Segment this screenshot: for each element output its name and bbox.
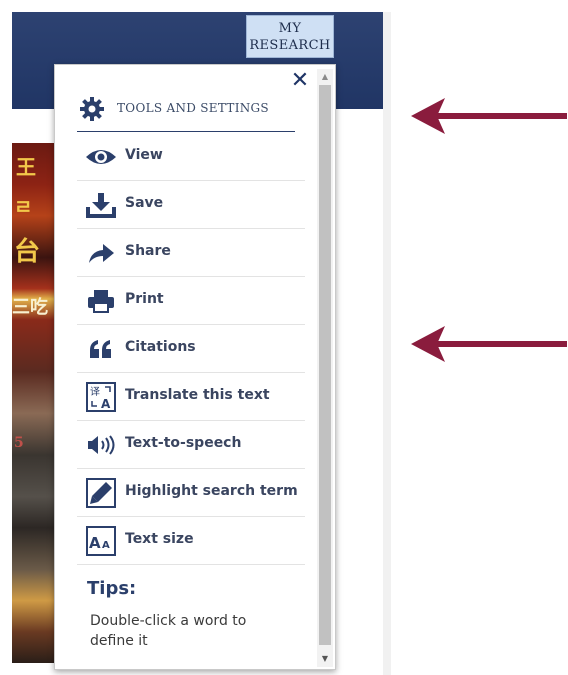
- menu-item-label: Share: [125, 243, 171, 259]
- close-icon[interactable]: ✕: [289, 67, 311, 95]
- annotation-arrow-icon: [411, 326, 567, 362]
- printer-icon: [85, 287, 117, 315]
- menu-item-label: Citations: [125, 339, 196, 355]
- menu-item-translate[interactable]: 译A Translate this text: [77, 373, 305, 421]
- tools-menu: View Save Share Print Citations 译 A Tran…: [77, 133, 305, 565]
- page-edge: [383, 12, 391, 675]
- menu-item-label: Text size: [125, 531, 194, 547]
- my-research-button[interactable]: MY RESEARCH: [246, 15, 334, 58]
- quote-icon: [85, 335, 117, 363]
- gear-icon: [80, 97, 104, 121]
- svg-text:译: 译: [90, 386, 100, 398]
- annotation-arrow-icon: [411, 98, 567, 134]
- menu-item-view[interactable]: View: [77, 133, 305, 181]
- tips-text: Double-click a word to define it: [90, 613, 247, 649]
- photo-sign-glyph: 王: [16, 155, 36, 179]
- panel-header: TOOLS AND SETTINGS: [77, 93, 295, 132]
- my-research-label-line2: RESEARCH: [249, 38, 331, 53]
- scroll-thumb[interactable]: [319, 85, 331, 645]
- menu-item-label: Print: [125, 291, 164, 307]
- photo-sign-glyph: 台: [14, 237, 41, 267]
- menu-item-text-size[interactable]: AA Text size: [77, 517, 305, 565]
- menu-item-label: Translate this text: [125, 387, 270, 403]
- menu-item-share[interactable]: Share: [77, 229, 305, 277]
- svg-text:A: A: [102, 540, 110, 551]
- svg-text:A: A: [101, 397, 111, 411]
- speaker-icon: [85, 431, 117, 459]
- tools-and-settings-panel: ✕ TOOLS AND SETTINGS View Save Share Pri…: [54, 64, 336, 670]
- menu-item-highlight-search-term[interactable]: Highlight search term: [77, 469, 305, 517]
- panel-title: TOOLS AND SETTINGS: [117, 101, 269, 115]
- scroll-down-icon[interactable]: ▼: [317, 651, 333, 667]
- translate-icon: 译A: [85, 382, 117, 412]
- menu-item-citations[interactable]: Citations: [77, 325, 305, 373]
- scroll-up-icon[interactable]: ▲: [317, 69, 333, 85]
- photo-sign-glyph: 5: [14, 435, 24, 451]
- my-research-label-line1: MY: [278, 21, 302, 36]
- menu-item-label: Save: [125, 195, 164, 211]
- svg-text:A: A: [89, 534, 101, 552]
- background-photo: 王 ㄹ 台 三吃 5: [12, 143, 58, 663]
- menu-item-save[interactable]: Save: [77, 181, 305, 229]
- share-arrow-icon: [85, 239, 117, 267]
- tips-heading: Tips:: [87, 578, 137, 599]
- eye-icon: [85, 143, 117, 171]
- menu-item-label: Highlight search term: [125, 483, 298, 499]
- menu-item-print[interactable]: Print: [77, 277, 305, 325]
- menu-item-text-to-speech[interactable]: Text-to-speech: [77, 421, 305, 469]
- highlighter-icon: [85, 478, 117, 508]
- photo-sign-glyph: ㄹ: [14, 195, 33, 219]
- menu-item-label: Text-to-speech: [125, 435, 242, 451]
- download-icon: [85, 191, 117, 219]
- menu-item-label: View: [125, 147, 163, 163]
- text-size-icon: AA: [85, 526, 117, 556]
- panel-scrollbar[interactable]: ▲ ▼: [317, 69, 333, 667]
- photo-sign-glyph: 三吃: [12, 297, 48, 318]
